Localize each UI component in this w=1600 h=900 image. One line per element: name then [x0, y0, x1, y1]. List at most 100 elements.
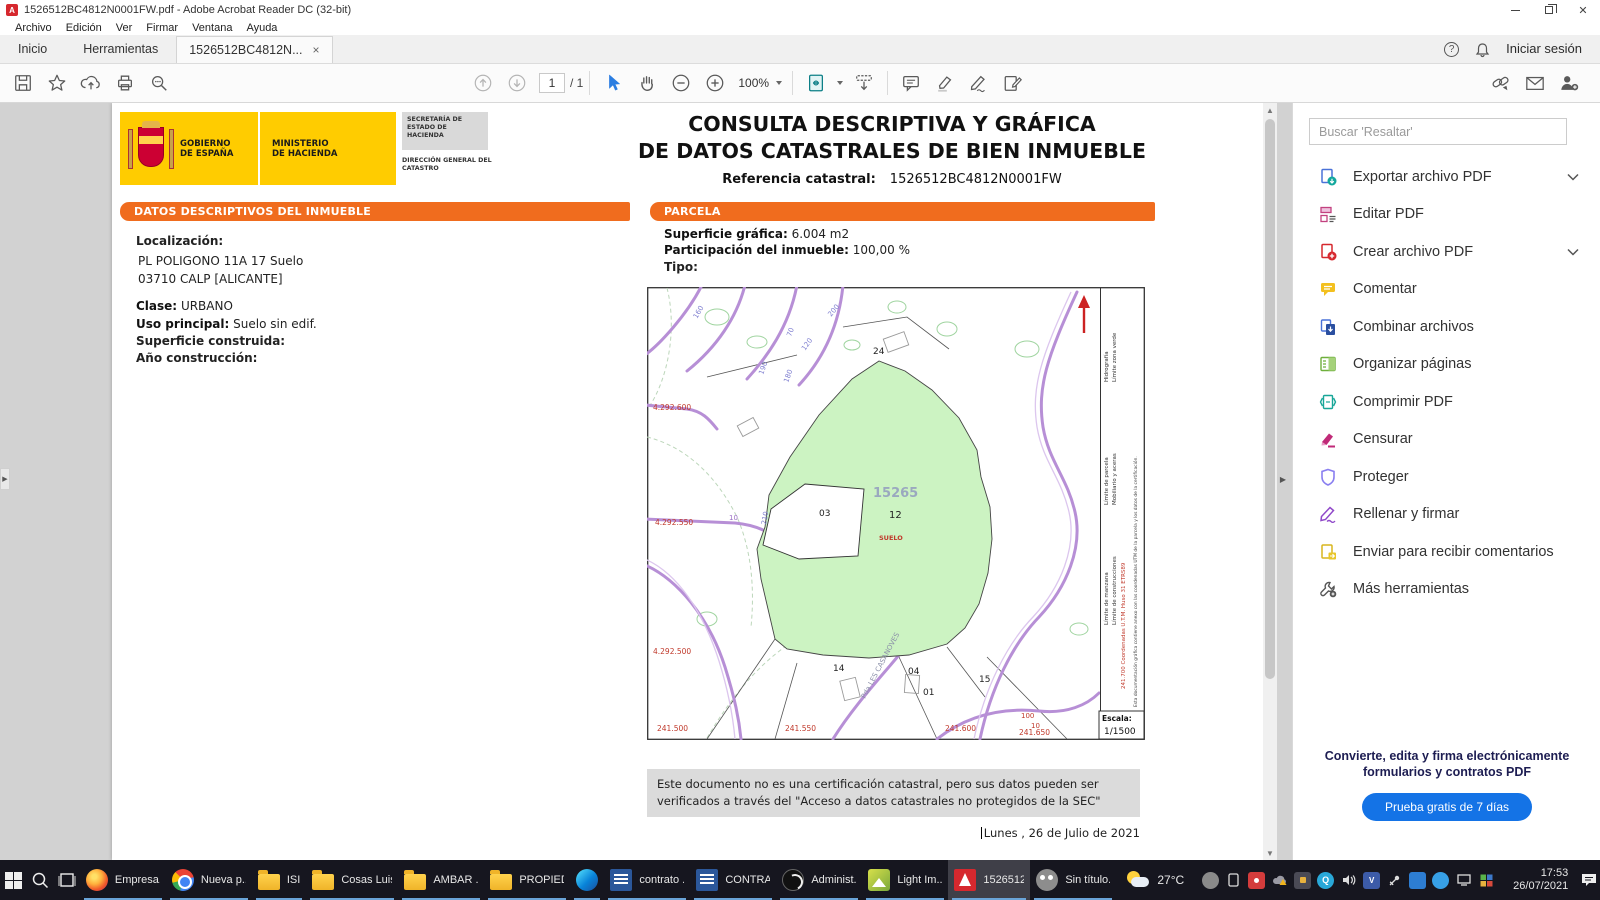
taskbar-app-acrobat-active[interactable]: 1526512... [948, 860, 1030, 900]
star-button[interactable] [42, 68, 72, 98]
tray-satellite-icon[interactable] [1386, 872, 1403, 889]
taskbar-app-firefox[interactable]: Empresa... [80, 860, 166, 900]
fit-page-dropdown-icon[interactable] [837, 81, 843, 85]
tray-volume-icon[interactable] [1340, 872, 1357, 889]
comment-tool-button[interactable] [896, 68, 926, 98]
search-input[interactable] [1309, 118, 1567, 145]
tray-app-blue-icon[interactable] [1409, 872, 1426, 889]
email-button[interactable] [1520, 68, 1550, 98]
tray-skype-icon[interactable] [1432, 872, 1449, 889]
close-button[interactable]: ✕ [1566, 0, 1600, 20]
tool-combinar-archivos[interactable]: Combinar archivos [1293, 308, 1600, 346]
document-scrollbar[interactable]: ▲ ▼ [1263, 103, 1277, 860]
menu-firmar[interactable]: Firmar [139, 20, 185, 35]
tool-crear-pdf[interactable]: Crear archivo PDF [1293, 233, 1600, 271]
anyo-construccion-label: Año construcción: [136, 351, 257, 365]
tool-enviar-comentarios[interactable]: Enviar para recibir comentarios [1293, 533, 1600, 571]
tray-screenshot-icon[interactable] [1294, 872, 1311, 889]
start-button[interactable] [0, 860, 27, 900]
fit-page-button[interactable] [801, 68, 831, 98]
tab-close-icon[interactable]: × [313, 43, 320, 57]
menu-edicion[interactable]: Edición [59, 20, 109, 35]
tray-recorder-icon[interactable] [1248, 872, 1265, 889]
tray-antivirus-icon[interactable] [1478, 872, 1495, 889]
help-icon[interactable]: ? [1444, 42, 1459, 57]
chrome-icon [172, 869, 194, 891]
add-contact-button[interactable] [1554, 68, 1584, 98]
scrolling-mode-button[interactable] [849, 68, 879, 98]
menu-ver[interactable]: Ver [109, 20, 140, 35]
taskbar-app-administrador[interactable]: Administ... [776, 860, 862, 900]
tool-comprimir-pdf[interactable]: Comprimir PDF [1293, 383, 1600, 421]
next-page-button[interactable] [502, 68, 532, 98]
print-button[interactable] [110, 68, 140, 98]
task-view-button[interactable] [53, 860, 80, 900]
minimize-button[interactable] [1498, 0, 1532, 20]
tool-exportar-pdf[interactable]: Exportar archivo PDF [1293, 158, 1600, 196]
save-button[interactable] [8, 68, 38, 98]
menu-ayuda[interactable]: Ayuda [239, 20, 284, 35]
svg-text:Escala:: Escala: [1102, 714, 1132, 723]
previous-page-button[interactable] [468, 68, 498, 98]
restore-button[interactable] [1532, 0, 1566, 20]
tray-teamviewer-icon[interactable]: Q [1317, 872, 1334, 889]
scroll-up-icon[interactable]: ▲ [1263, 103, 1277, 117]
more-tools-button[interactable] [998, 68, 1028, 98]
find-button[interactable] [144, 68, 174, 98]
tool-proteger[interactable]: Proteger [1293, 458, 1600, 496]
left-panel-expand-button[interactable]: ▶ [0, 468, 10, 490]
taskbar-app-folder-propiedades[interactable]: PROPIED... [484, 860, 570, 900]
scroll-down-icon[interactable]: ▼ [1263, 846, 1277, 860]
tool-mas-herramientas[interactable]: Más herramientas [1293, 571, 1600, 609]
right-panel-collapse-button[interactable]: ▶ [1278, 468, 1288, 490]
tool-comentar[interactable]: Comentar [1293, 271, 1600, 309]
zoom-out-button[interactable] [666, 68, 696, 98]
taskbar-app-folder-ambar[interactable]: AMBAR ... [398, 860, 484, 900]
taskbar-app-edge[interactable] [570, 860, 604, 900]
hand-tool-button[interactable] [632, 68, 662, 98]
tab-document-label: 1526512BC4812N... [189, 43, 302, 57]
page-number-input[interactable] [539, 73, 565, 93]
menu-ventana[interactable]: Ventana [185, 20, 239, 35]
superficie-grafica-row: Superficie gráfica: 6.004 m2 [664, 227, 849, 241]
tray-vpn-icon[interactable]: V [1363, 872, 1380, 889]
referencia-catastral: Referencia catastral:1526512BC4812N0001F… [542, 172, 1242, 187]
cloud-upload-button[interactable] [76, 68, 106, 98]
taskbar-app-folder-cosas-luis[interactable]: Cosas Luis [306, 860, 398, 900]
fill-sign-tool-button[interactable] [964, 68, 994, 98]
bell-icon[interactable] [1475, 42, 1490, 58]
zoom-level-select[interactable]: 100% [738, 76, 769, 90]
taskbar-app-chrome[interactable]: Nueva p... [166, 860, 252, 900]
taskbar-clock[interactable]: 17:53 26/07/2021 [1503, 860, 1578, 900]
taskbar-app-word-contrato[interactable]: contrato ... [604, 860, 690, 900]
tray-your-phone-icon[interactable] [1225, 872, 1242, 889]
tray-status-icon[interactable] [1202, 872, 1219, 889]
tray-network-icon[interactable] [1455, 872, 1472, 889]
svg-text:4.292.500: 4.292.500 [653, 647, 691, 656]
tray-cloud-warning-icon[interactable] [1271, 872, 1288, 889]
action-center-button[interactable] [1578, 860, 1600, 900]
scrollbar-thumb[interactable] [1265, 119, 1275, 679]
zoom-dropdown-icon[interactable] [776, 81, 782, 85]
tool-editar-pdf[interactable]: Editar PDF [1293, 196, 1600, 234]
taskbar-app-gimp[interactable]: Sin título... [1030, 860, 1116, 900]
highlight-tool-button[interactable] [930, 68, 960, 98]
taskbar-app-word-contra[interactable]: CONTRA... [690, 860, 776, 900]
weather-widget[interactable]: 27°C [1116, 860, 1194, 900]
free-trial-button[interactable]: Prueba gratis de 7 días [1362, 793, 1532, 821]
tab-inicio[interactable]: Inicio [0, 35, 65, 63]
tab-document[interactable]: 1526512BC4812N... × [176, 36, 332, 63]
tool-censurar[interactable]: Censurar [1293, 421, 1600, 459]
tool-organizar-paginas[interactable]: Organizar páginas [1293, 346, 1600, 384]
menu-archivo[interactable]: Archivo [8, 20, 59, 35]
share-link-button[interactable] [1486, 68, 1516, 98]
tab-bar: Inicio Herramientas 1526512BC4812N... × … [0, 36, 1600, 64]
taskbar-app-light-image[interactable]: Light Im... [862, 860, 948, 900]
taskbar-search-button[interactable] [27, 860, 54, 900]
sign-in-button[interactable]: Iniciar sesión [1506, 41, 1582, 58]
select-tool-button[interactable] [598, 68, 628, 98]
taskbar-app-folder-isi[interactable]: ISI [252, 860, 306, 900]
zoom-in-button[interactable] [700, 68, 730, 98]
tool-rellenar-firmar[interactable]: Rellenar y firmar [1293, 496, 1600, 534]
tab-herramientas[interactable]: Herramientas [65, 35, 176, 63]
